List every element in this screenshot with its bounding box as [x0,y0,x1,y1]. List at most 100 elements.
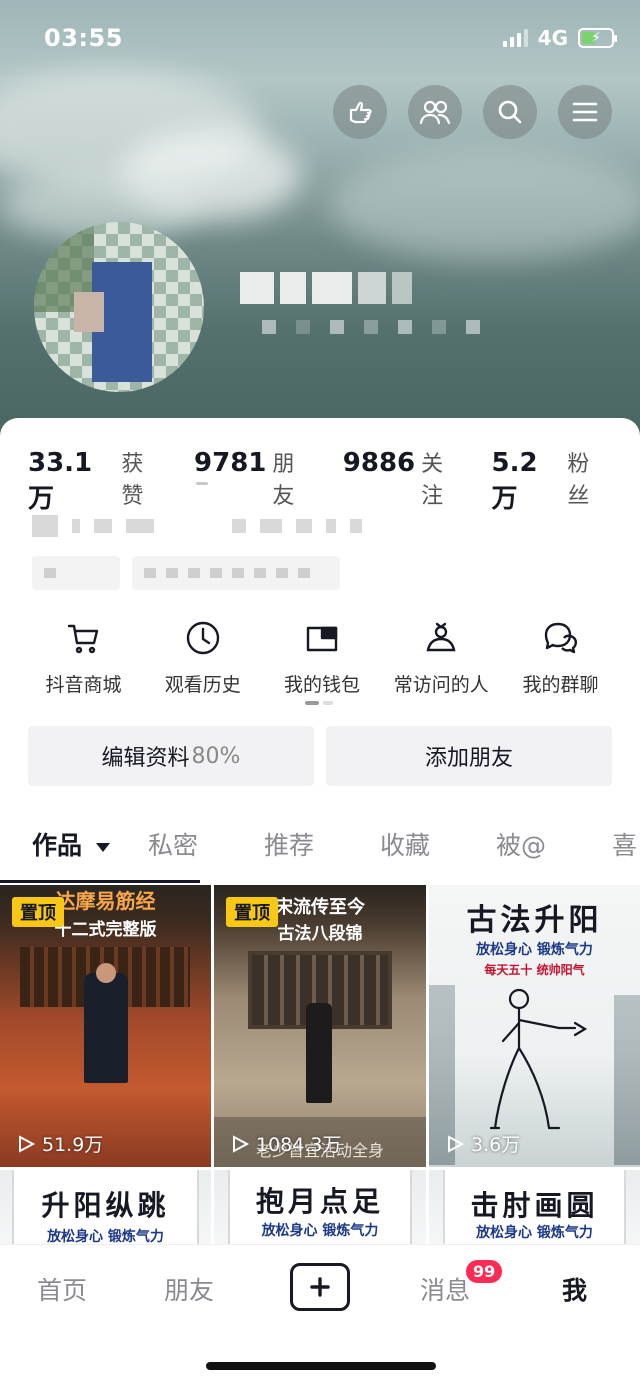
status-indicators: 4G ⚡ [502,26,617,50]
view-count: 3.6万 [445,1130,520,1157]
video-title: 古法升阳 [466,903,603,938]
people-icon [419,100,451,125]
nav-messages[interactable]: 消息 [420,1271,470,1307]
pinned-badge: 置顶 [226,897,278,927]
video-subtitle: 放松身心 锻炼气力 [476,942,593,958]
group-chat-icon [544,622,577,654]
likes-label: 获赞 [121,452,144,509]
pinned-badge: 置顶 [12,897,64,927]
tab-favorites[interactable]: 收藏 [380,826,430,862]
tab-private[interactable]: 私密 [148,826,198,862]
username-redacted [240,272,412,304]
nav-friends[interactable]: 朋友 [164,1271,214,1307]
friends-label: 朋友 [272,452,295,509]
stats-row: 33.1万 获赞 9781 朋友 9886 关注 5.2万 粉丝 [28,446,640,515]
shortcut-label: 抖音商城 [45,674,122,696]
video-title: 抱月点足 [255,1185,384,1218]
view-count-value: 1084.3万 [256,1134,342,1156]
video-thumbnail[interactable]: 抱月点足 放松身心 锻炼气力 [214,1170,426,1250]
friends-stat[interactable]: 9781 朋友 [194,446,313,510]
create-button[interactable] [290,1263,350,1311]
hamburger-menu-icon [572,102,598,122]
user-id-redacted [262,320,480,334]
clock-icon [186,621,219,655]
add-friend-button[interactable]: 添加朋友 [326,726,612,786]
tag-redacted[interactable] [32,556,120,590]
battery-icon: ⚡ [578,28,617,48]
shortcut-label: 我的钱包 [283,674,360,696]
signal-icon [502,29,528,47]
shortcut-row: 抖音商城 观看历史 我的钱包 常访问的人 我的群聊 [24,618,620,697]
search-icon [498,100,522,124]
tab-recommended[interactable]: 推荐 [264,826,314,862]
profile-completion: 80% [191,743,241,769]
shortcut-label: 我的群聊 [522,674,599,696]
performer-figure [84,973,128,1083]
tab-active-indicator [0,880,200,883]
video-thumbnail[interactable]: 击肘画圆 放松身心 锻炼气力 [429,1170,640,1250]
video-thumbnail[interactable]: 宋流传至今 古法八段锦 老少皆宜活动全身 置顶 1084.3万 [214,885,426,1167]
video-thumbnail[interactable]: 古法升阳 放松身心 锻炼气力 每天五十 统帅阳气 3.6万 [429,885,640,1167]
poke-hand-icon [349,101,372,124]
likes-stat[interactable]: 33.1万 获赞 [28,446,164,515]
video-subtitle: 放松身心 锻炼气力 [261,1223,379,1239]
search-button[interactable] [483,85,537,139]
menu-button[interactable] [558,85,612,139]
video-title: 升阳纵跳 [41,1189,170,1222]
fans-stat[interactable]: 5.2万 粉丝 [492,446,610,515]
message-badge: 99 [464,1258,505,1285]
video-thumbnail[interactable]: 达摩易筋经 十二式完整版 置顶 51.9万 [0,885,211,1167]
wallet-icon [306,626,338,652]
tab-mentions[interactable]: 被@ [496,826,546,862]
friends-count: 9781 [194,448,267,478]
shortcut-history[interactable]: 观看历史 [143,618,262,697]
person-visit-icon [426,622,456,652]
friends-indicator [196,482,208,485]
shortcut-label: 观看历史 [164,674,241,696]
status-time: 03:55 [44,24,123,52]
play-icon [233,1134,250,1153]
avatar[interactable] [34,222,204,392]
figure-illustration [489,988,588,1130]
view-count-value: 51.9万 [42,1134,104,1156]
chevron-down-icon[interactable] [96,843,110,852]
fans-label: 粉丝 [567,452,590,509]
shortcut-wallet[interactable]: 我的钱包 [263,618,382,697]
fans-count: 5.2万 [491,448,538,514]
home-indicator [206,1362,436,1370]
bio-redacted [32,515,362,537]
video-subtitle: 放松身心 锻炼气力 [47,1229,164,1245]
mountain-right [614,995,640,1165]
edit-profile-button[interactable]: 编辑资料 80% [28,726,314,786]
network-type: 4G [537,26,568,50]
shortcut-label: 常访问的人 [393,674,489,696]
tab-likes[interactable]: 喜 [612,826,637,862]
view-count: 51.9万 [16,1130,103,1157]
shortcut-visited[interactable]: 常访问的人 [382,618,501,697]
view-count-value: 3.6万 [471,1134,521,1156]
likes-count: 33.1万 [28,448,93,514]
following-stat[interactable]: 9886 关注 [343,446,462,510]
shortcut-pager [305,701,333,705]
play-icon [448,1134,465,1153]
view-count: 1084.3万 [230,1130,341,1157]
performer-head [96,963,116,983]
shortcut-group-chat[interactable]: 我的群聊 [501,618,620,697]
add-friend-label: 添加朋友 [424,746,513,771]
shortcut-mall[interactable]: 抖音商城 [24,618,143,697]
following-count: 9886 [342,448,416,478]
friends-button[interactable] [408,85,462,139]
profile-tags [32,556,340,590]
tag-redacted[interactable] [132,556,340,590]
video-title: 击肘画圆 [470,1189,599,1222]
video-tagline: 每天五十 统帅阳气 [484,963,585,977]
play-icon [19,1134,36,1153]
edit-profile-label: 编辑资料 [101,746,190,771]
following-label: 关注 [421,452,444,509]
nav-home[interactable]: 首页 [37,1271,87,1307]
cart-icon [67,624,98,654]
video-thumbnail[interactable]: 升阳纵跳 放松身心 锻炼气力 [0,1170,211,1250]
poke-button[interactable] [333,85,387,139]
tab-works[interactable]: 作品 [32,826,82,862]
nav-me[interactable]: 我 [562,1271,587,1307]
